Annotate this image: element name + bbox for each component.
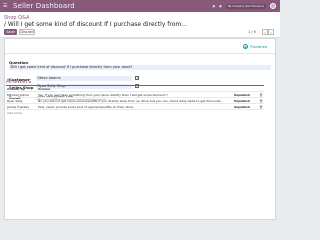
question-field[interactable]: Will I get some kind of discount If I pu… xyxy=(9,65,271,70)
save-button[interactable]: Save xyxy=(4,29,17,35)
apps-menu-icon[interactable]: ☰ xyxy=(3,3,7,9)
app-title[interactable]: Seller Dashboard xyxy=(13,2,75,10)
answers-section-title: Answers xyxy=(6,78,32,85)
unpublish-button[interactable]: Unpublish xyxy=(234,104,258,110)
form-sheet: ◉ Published Question Will I get some kin… xyxy=(4,38,276,220)
clock-icon[interactable]: ● xyxy=(219,4,222,8)
discard-button[interactable]: Discard xyxy=(19,29,35,35)
user-avatar[interactable] xyxy=(270,3,276,9)
table-row[interactable]: Jennie Fuentes Plus, never provide some … xyxy=(6,104,264,110)
breadcrumb-current: / Will I get some kind of discount If I … xyxy=(4,21,187,28)
company-switcher[interactable]: My Company (San Francisco) xyxy=(225,3,266,9)
answer-by-cell: Jennie Fuentes xyxy=(7,104,29,109)
publish-status-label: Published xyxy=(250,44,267,49)
pager-value[interactable]: 1 / 6 xyxy=(248,30,256,34)
divider xyxy=(5,53,275,54)
control-panel: Shop Q&A / Will I get some kind of disco… xyxy=(0,12,280,38)
answers-table: Answer By Answer Mitchell Admin Yes. If … xyxy=(6,86,264,116)
customer-field[interactable]: Steve Adams xyxy=(36,76,132,81)
pager-next-button[interactable]: › xyxy=(268,29,274,35)
add-line-link[interactable]: Add a line xyxy=(6,110,264,116)
answer-cell: Plus, never provide some kind of special… xyxy=(38,104,134,109)
external-link-icon[interactable]: ↗ xyxy=(135,76,139,80)
top-navbar: ☰ Seller Dashboard ● ● My Company (San F… xyxy=(0,0,280,12)
publish-status[interactable]: ◉ Published xyxy=(243,44,267,49)
trash-icon[interactable]: 🗑 xyxy=(258,104,264,110)
chat-icon[interactable]: ● xyxy=(213,4,216,8)
globe-icon: ◉ xyxy=(243,44,249,49)
